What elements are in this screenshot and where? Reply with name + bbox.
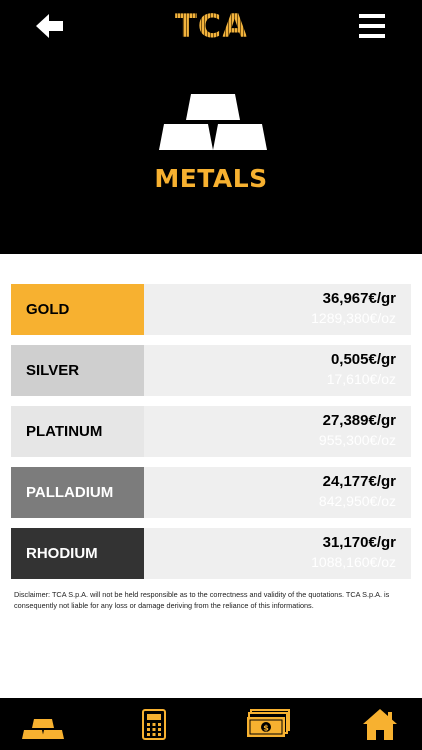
metal-row-platinum[interactable]: PLATINUM 27,389€/gr 955,300€/oz <box>11 406 411 457</box>
arrow-left-icon <box>36 14 63 38</box>
metal-row-silver[interactable]: SILVER 0,505€/gr 17,610€/oz <box>11 345 411 396</box>
price-per-gram: 24,177€/gr <box>322 473 396 490</box>
metals-list: GOLD 36,967€/gr 1289,380€/oz SILVER 0,505€/g… <box>11 284 411 589</box>
price-per-gram: 31,170€/gr <box>322 534 396 551</box>
menu-button[interactable] <box>359 13 387 39</box>
metal-row-palladium[interactable]: PALLADIUM 24,177€/gr 842,950€/oz <box>11 467 411 518</box>
svg-text:$: $ <box>263 724 269 733</box>
app-header: TCA METALS <box>0 0 422 254</box>
metal-row-rhodium[interactable]: RHODIUM 31,170€/gr 1088,160€/oz <box>11 528 411 579</box>
logo-text: TCA <box>174 7 249 45</box>
home-icon <box>363 709 397 740</box>
nav-calculator[interactable] <box>142 707 166 741</box>
calculator-icon <box>142 709 166 740</box>
metal-name: RHODIUM <box>11 528 144 579</box>
price-per-ounce: 1088,160€/oz <box>311 554 396 570</box>
price-per-gram: 27,389€/gr <box>322 412 396 429</box>
metal-name: PLATINUM <box>11 406 144 457</box>
bottom-nav: $ <box>0 698 422 750</box>
gold-bars-icon <box>159 94 267 150</box>
nav-home[interactable] <box>362 707 398 741</box>
nav-currency[interactable]: $ <box>245 707 291 741</box>
price-per-gram: 0,505€/gr <box>330 351 396 368</box>
gold-bars-icon <box>22 719 64 739</box>
page-title: METALS <box>154 164 268 193</box>
tca-logo: TCA <box>163 7 260 45</box>
disclaimer-text: Disclaimer: TCA S.p.A. will not be held … <box>14 590 390 610</box>
price-per-gram: 36,967€/gr <box>322 290 396 307</box>
metal-name: PALLADIUM <box>11 467 144 518</box>
nav-metals[interactable] <box>20 707 66 741</box>
price-per-ounce: 842,950€/oz <box>318 493 396 509</box>
banknotes-icon: $ <box>247 709 290 737</box>
metal-row-gold[interactable]: GOLD 36,967€/gr 1289,380€/oz <box>11 284 411 335</box>
back-button[interactable] <box>34 12 66 40</box>
hamburger-menu-icon <box>359 14 385 38</box>
price-per-ounce: 17,610€/oz <box>326 371 396 387</box>
price-per-ounce: 955,300€/oz <box>318 432 396 448</box>
metal-name: GOLD <box>11 284 144 335</box>
metal-name: SILVER <box>11 345 144 396</box>
price-per-ounce: 1289,380€/oz <box>311 310 396 326</box>
